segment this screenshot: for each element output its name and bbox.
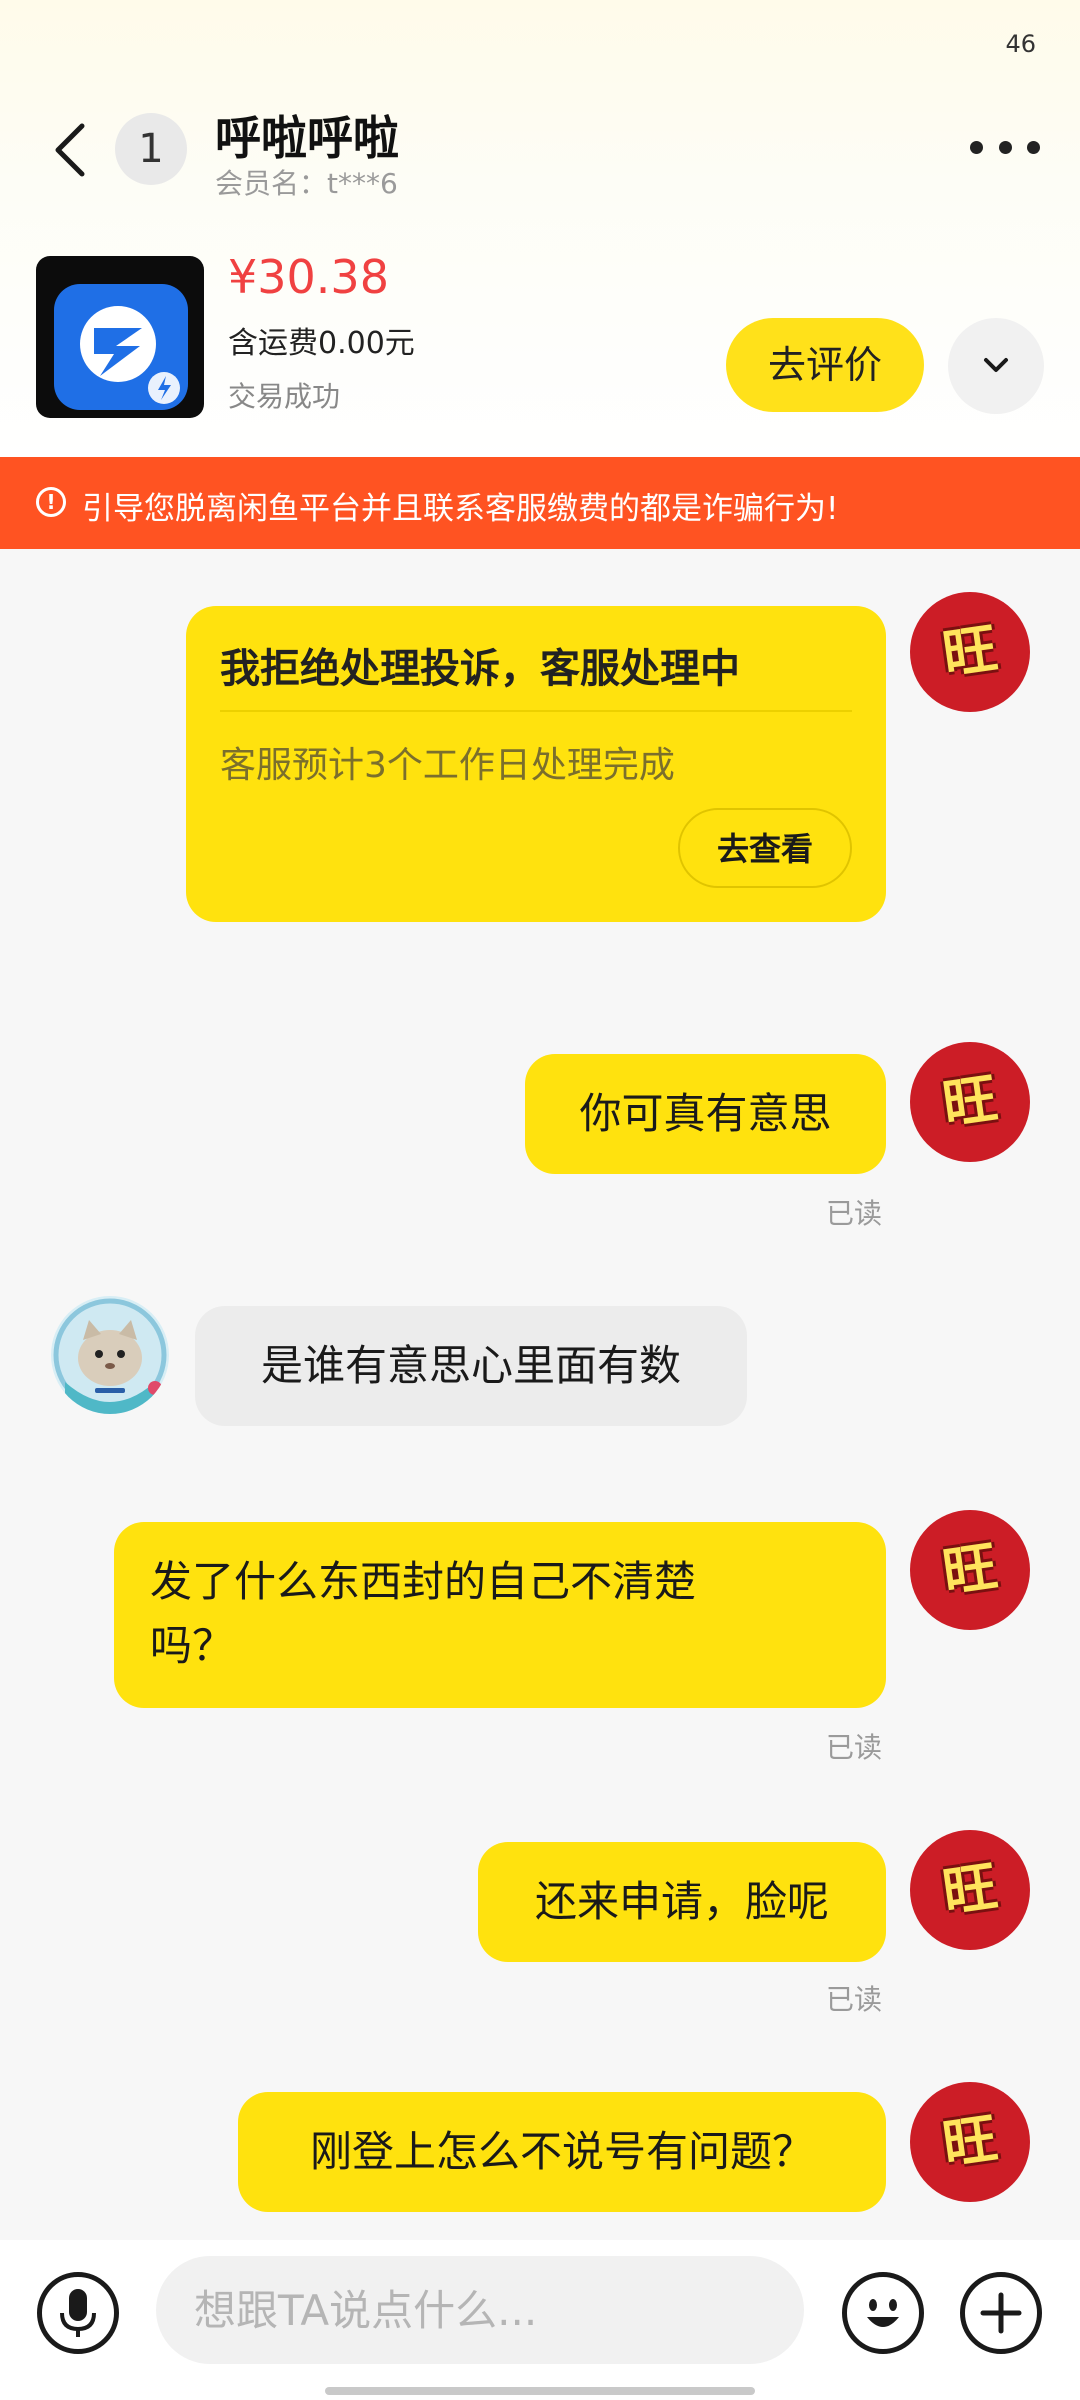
more-dot-icon: [998, 140, 1012, 154]
message-line: 吗？: [150, 1621, 235, 1670]
avatar[interactable]: 旺: [910, 2082, 1030, 2202]
chat-title[interactable]: 呼啦呼啦: [215, 102, 399, 168]
more-dot-icon: [1027, 140, 1040, 154]
avatar[interactable]: 旺: [910, 1830, 1030, 1950]
avatar-glyph: 旺: [938, 1066, 1002, 1137]
card-title: 我拒绝处理投诉，客服处理中: [220, 646, 740, 692]
input-bar: [0, 2240, 1080, 2400]
fraud-warning-banner: ! 引导您脱离闲鱼平台并且联系客服缴费的都是诈骗行为!: [0, 457, 1080, 549]
avatar-glyph: 旺: [938, 1534, 1002, 1605]
message-bubble-sent[interactable]: 刚登上怎么不说号有问题？: [238, 2092, 886, 2212]
read-receipt: 已读: [826, 1731, 883, 1764]
message-bubble-received[interactable]: 是谁有意思心里面有数: [195, 1306, 747, 1426]
read-receipt: 已读: [826, 1197, 883, 1230]
unread-count-badge: 1: [115, 113, 187, 185]
message-bubble-sent[interactable]: 你可真有意思: [525, 1054, 886, 1174]
chevron-down-icon: [984, 358, 1008, 372]
chat-header: 1 呼啦呼啦 会员名：t***6: [0, 90, 1080, 210]
avatar[interactable]: 旺: [910, 1510, 1030, 1630]
message-bubble-sent[interactable]: 发了什么东西封的自己不清楚 吗？: [114, 1522, 886, 1708]
warning-text: 引导您脱离闲鱼平台并且联系客服缴费的都是诈骗行为!: [82, 491, 839, 527]
more-dot-icon: [970, 140, 983, 154]
more-options-button[interactable]: [970, 132, 1040, 162]
avatar[interactable]: 旺: [910, 592, 1030, 712]
card-description: 客服预计3个工作日处理完成: [220, 745, 675, 786]
review-button[interactable]: 去评价: [726, 318, 924, 412]
product-shipping: 含运费0.00元: [228, 326, 415, 361]
plus-icon: [980, 2292, 1022, 2334]
complaint-card: 我拒绝处理投诉，客服处理中 客服预计3个工作日处理完成 去查看: [186, 606, 886, 922]
avatar-glyph: 旺: [938, 616, 1002, 687]
chevron-left-icon: [55, 123, 85, 177]
status-bar: 46: [0, 0, 1080, 90]
read-receipt: 已读: [826, 1983, 883, 2016]
app-logo-icon: [54, 284, 188, 410]
view-button[interactable]: 去查看: [678, 808, 852, 888]
message-bubble-sent[interactable]: 还来申请，脸呢: [478, 1842, 886, 1962]
member-name: 会员名：t***6: [215, 167, 398, 200]
avatar-glyph: 旺: [938, 1854, 1002, 1925]
cat-avatar-icon: [53, 1298, 167, 1414]
status-indicator: 46: [1005, 30, 1036, 58]
product-price: ¥30.38: [228, 250, 389, 304]
avatar-glyph: 旺: [938, 2106, 1002, 2177]
card-divider: [220, 710, 852, 712]
more-actions-button[interactable]: [960, 2272, 1042, 2354]
avatar[interactable]: [51, 1296, 169, 1414]
voice-button[interactable]: [37, 2272, 119, 2354]
product-thumbnail[interactable]: [36, 256, 204, 418]
smiley-icon: [867, 2299, 899, 2327]
microphone-icon: [60, 2289, 96, 2337]
expand-button[interactable]: [948, 318, 1044, 414]
avatar[interactable]: 旺: [910, 1042, 1030, 1162]
emoji-button[interactable]: [842, 2272, 924, 2354]
alert-icon: !: [36, 487, 66, 517]
order-status: 交易成功: [228, 380, 341, 413]
message-input[interactable]: [156, 2256, 804, 2364]
back-button[interactable]: [40, 110, 100, 190]
home-indicator[interactable]: [325, 2387, 755, 2395]
product-card[interactable]: ¥30.38 含运费0.00元 交易成功 去评价: [0, 250, 1080, 440]
message-line: 发了什么东西封的自己不清楚: [150, 1557, 697, 1606]
